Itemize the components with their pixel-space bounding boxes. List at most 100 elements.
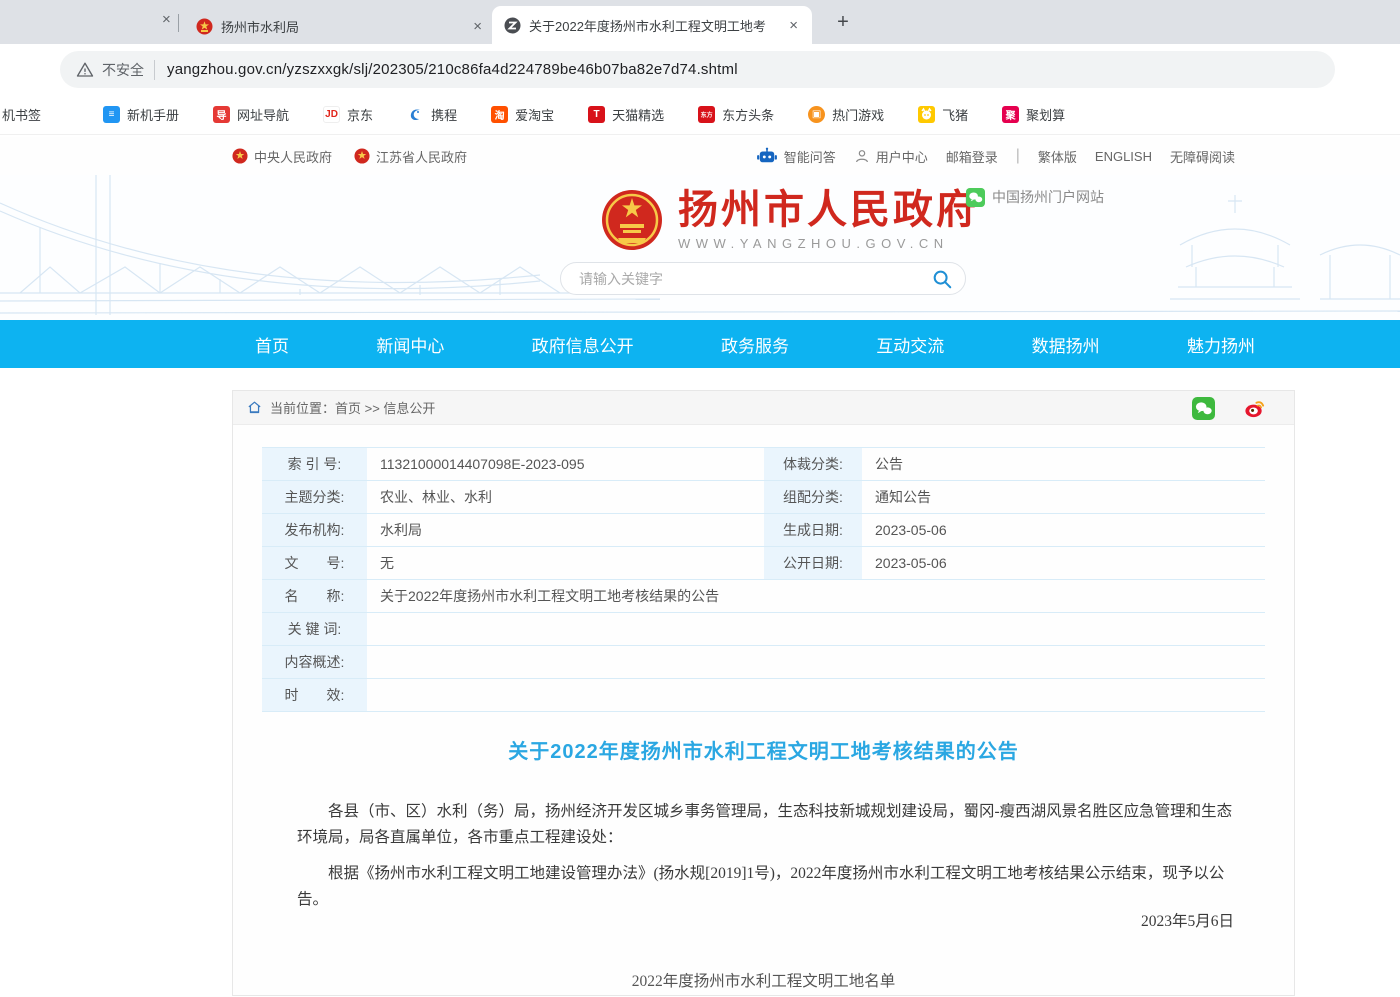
meta-value-public-date: 2023-05-06 (862, 547, 1265, 579)
meta-label: 发布机构: (262, 514, 367, 546)
article-date: 2023年5月6日 (1141, 909, 1234, 931)
bookmark-juhuasuan[interactable]: 聚 聚划算 (1002, 105, 1065, 124)
new-tab-button[interactable]: + (832, 12, 854, 34)
bookmark-tmall[interactable]: T 天猫精选 (588, 105, 664, 124)
browser-tab-bar: × 扬州市水利局 × 关于2022年度扬州市水利工程文明工地考 × + (0, 0, 1400, 44)
site-title: 扬州市人民政府 (678, 188, 979, 232)
robot-icon (756, 147, 778, 165)
user-center-link[interactable]: 用户中心 (854, 147, 928, 166)
meta-label: 生成日期: (764, 514, 862, 546)
nav-data-yangzhou[interactable]: 数据扬州 (1032, 332, 1100, 357)
juhuasuan-icon: 聚 (1002, 106, 1019, 123)
traditional-version-link[interactable]: 繁体版 (1038, 147, 1077, 166)
meta-label: 主题分类: (262, 481, 367, 513)
meta-value-created-date: 2023-05-06 (862, 514, 1265, 546)
tab-separator (178, 14, 179, 32)
nav-gov-info-disclosure[interactable]: 政府信息公开 (532, 332, 634, 357)
nav-gov-services[interactable]: 政务服务 (721, 332, 789, 357)
link-label: 用户中心 (876, 147, 928, 166)
meta-label: 关 键 词: (262, 613, 367, 645)
meta-value-index-number: 11321000014407098E-2023-095 (367, 448, 764, 480)
search-icon[interactable] (931, 268, 953, 290)
taobao-icon: 淘 (491, 106, 508, 123)
meta-label: 时 效: (262, 679, 367, 711)
divider: | (1016, 147, 1020, 165)
bookmark-label: 京东 (347, 105, 373, 124)
security-label[interactable]: 不安全 (102, 60, 144, 80)
table-row: 主题分类: 农业、林业、水利 组配分类: 通知公告 (262, 481, 1265, 514)
nav-site-icon: 导 (213, 106, 230, 123)
table-row: 文 号: 无 公开日期: 2023-05-06 (262, 547, 1265, 580)
close-icon[interactable]: × (158, 11, 175, 28)
article-paragraph: 各县（市、区）水利（务）局，扬州经济开发区城乡事务管理局，生态科技新城规划建设局… (297, 799, 1233, 851)
eastday-icon: 东方 (698, 106, 715, 123)
bookmark-label: 携程 (431, 105, 457, 124)
tab-title: 扬州市水利局 (221, 17, 299, 36)
site-logo[interactable]: 扬州市人民政府 WWW.YANGZHOU.GOV.CN (600, 188, 979, 252)
portal-label: 中国扬州门户网站 (992, 187, 1104, 207)
link-label: 江苏省人民政府 (376, 147, 467, 166)
bookmarks-bar: 机书签 ≡ 新机手册 导 网址导航 JD 京东 携程 淘 爱淘宝 T 天猫精选 … (0, 95, 1400, 135)
tmall-icon: T (588, 106, 605, 123)
bookmark-fliggy[interactable]: 飞猪 (918, 105, 968, 124)
accessibility-link[interactable]: 无障碍阅读 (1170, 147, 1235, 166)
link-central-government[interactable]: 中央人民政府 (232, 147, 332, 166)
jd-icon: JD (323, 106, 340, 123)
search-input[interactable] (579, 271, 931, 287)
link-label: 智能问答 (784, 147, 836, 166)
link-label: 邮箱登录 (946, 147, 998, 166)
url-text[interactable]: yangzhou.gov.cn/yzszxxgk/slj/202305/210c… (167, 61, 738, 78)
home-icon[interactable] (247, 400, 262, 415)
link-jiangsu-government[interactable]: 江苏省人民政府 (354, 147, 467, 166)
meta-label: 组配分类: (764, 481, 862, 513)
bookmark-label: 机书签 (2, 105, 41, 124)
weibo-share-icon[interactable] (1243, 397, 1266, 420)
wechat-share-icon[interactable] (1192, 397, 1215, 420)
meta-value-group: 通知公告 (862, 481, 1265, 513)
tab-active-announcement[interactable]: 关于2022年度扬州市水利工程文明工地考 × (492, 6, 812, 44)
portal-wechat-link[interactable]: 中国扬州门户网站 (966, 187, 1104, 207)
document-meta-table: 索 引 号: 11321000014407098E-2023-095 体裁分类:… (262, 447, 1265, 712)
meta-label: 内容概述: (262, 646, 367, 678)
english-version-link[interactable]: ENGLISH (1095, 149, 1152, 164)
table-row: 内容概述: (262, 646, 1265, 679)
smart-qa-link[interactable]: 智能问答 (756, 147, 836, 166)
table-row: 发布机构: 水利局 生成日期: 2023-05-06 (262, 514, 1265, 547)
article-title: 关于2022年度扬州市水利工程文明工地考核结果的公告 (233, 735, 1294, 764)
close-icon[interactable]: × (785, 17, 802, 34)
nav-interaction[interactable]: 互动交流 (876, 332, 944, 357)
breadcrumb-text[interactable]: 当前位置：首页 >> 信息公开 (270, 398, 435, 417)
mail-login-link[interactable]: 邮箱登录 (946, 147, 998, 166)
bookmark-manual[interactable]: ≡ 新机手册 (103, 105, 179, 124)
close-icon[interactable]: × (469, 18, 486, 35)
meta-value-topic: 农业、林业、水利 (367, 481, 764, 513)
bookmark-aitaobao[interactable]: 淘 爱淘宝 (491, 105, 554, 124)
games-icon: ▣ (808, 106, 825, 123)
tab-yangzhou-water-bureau[interactable]: 扬州市水利局 × (186, 8, 486, 44)
meta-value-keywords (367, 613, 1265, 645)
nav-news-center[interactable]: 新闻中心 (376, 332, 444, 357)
breadcrumb: 当前位置：首页 >> 信息公开 (233, 391, 1294, 425)
meta-value-title: 关于2022年度扬州市水利工程文明工地考核结果的公告 (367, 580, 1265, 612)
table-row: 时 效: (262, 679, 1265, 712)
nav-charm-yangzhou[interactable]: 魅力扬州 (1187, 332, 1255, 357)
bookmark-ctrip[interactable]: 携程 (407, 105, 457, 124)
site-search[interactable] (560, 262, 966, 295)
bookmark-hot-games[interactable]: ▣ 热门游戏 (808, 105, 884, 124)
bookmark-jd[interactable]: JD 京东 (323, 105, 373, 124)
table-row: 名 称: 关于2022年度扬州市水利工程文明工地考核结果的公告 (262, 580, 1265, 613)
tab-title: 关于2022年度扬州市水利工程文明工地考 (529, 16, 766, 35)
article-body: 各县（市、区）水利（务）局，扬州经济开发区城乡事务管理局，生态科技新城规划建设局… (297, 799, 1233, 923)
url-field[interactable]: 不安全 yangzhou.gov.cn/yzszxxgk/slj/202305/… (60, 51, 1335, 88)
meta-label: 名 称: (262, 580, 367, 612)
meta-value-validity (367, 679, 1265, 711)
link-label: 无障碍阅读 (1170, 147, 1235, 166)
bookmark-phone-bookmarks[interactable]: 机书签 (2, 105, 41, 124)
divider (154, 60, 155, 80)
link-label: 繁体版 (1038, 147, 1077, 166)
bookmark-nav-site[interactable]: 导 网址导航 (213, 105, 289, 124)
article-list-title: 2022年度扬州市水利工程文明工地名单 (233, 969, 1294, 991)
nav-home[interactable]: 首页 (255, 332, 289, 357)
bookmark-eastday[interactable]: 东方 东方头条 (698, 105, 774, 124)
meta-label: 索 引 号: (262, 448, 367, 480)
